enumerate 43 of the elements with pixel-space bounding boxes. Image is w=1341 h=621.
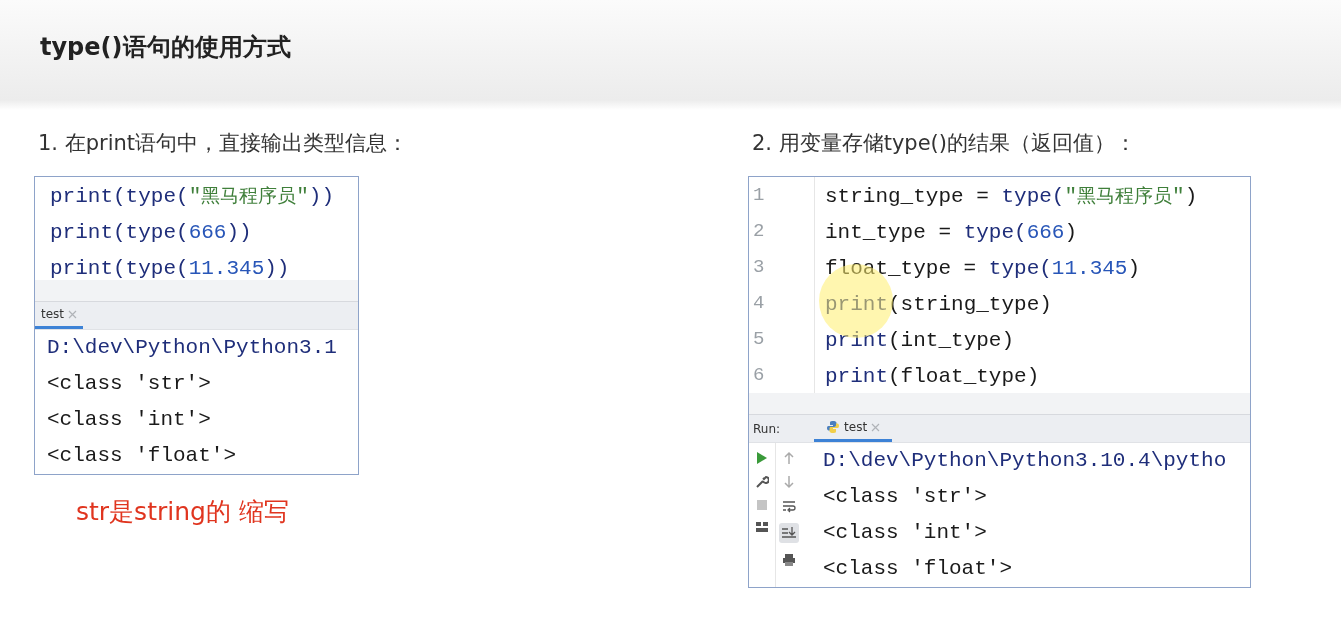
code-line: print(type(666)) — [50, 220, 253, 246]
console-line: <class 'int'> — [823, 520, 988, 546]
layout-icon[interactable] — [755, 521, 769, 533]
console-line: D:\dev\Python\Python3.10.4\pytho — [823, 448, 1227, 474]
print-icon[interactable] — [781, 553, 796, 567]
wrench-icon[interactable] — [755, 475, 769, 489]
run-tab[interactable]: test — [814, 415, 893, 442]
section-heading: 2. 用变量存储type()的结果（返回值）： — [752, 130, 1137, 158]
code-line: int_type = type(666) — [825, 220, 1079, 246]
console-line: <class 'float'> — [823, 556, 1014, 582]
line-number: 2 — [753, 219, 766, 244]
tab-label: test — [844, 419, 868, 436]
console-line: D:\dev\Python\Python3.1 — [47, 335, 337, 361]
run-tab[interactable]: test — [35, 302, 84, 329]
scroll-end-icon[interactable] — [778, 523, 799, 543]
tab-label: test — [41, 306, 65, 323]
up-arrow-icon[interactable] — [782, 451, 795, 465]
code-line: float_type = type(11.345) — [825, 256, 1142, 282]
close-icon[interactable] — [68, 309, 78, 319]
line-number: 5 — [753, 327, 766, 352]
section-heading: 1. 在print语句中，直接输出类型信息： — [38, 130, 410, 158]
wrap-icon[interactable] — [781, 499, 796, 513]
line-number: 4 — [753, 291, 766, 316]
code-line: print(string_type) — [825, 292, 1053, 318]
console-line: <class 'float'> — [47, 443, 238, 469]
console-line: <class 'int'> — [47, 407, 212, 433]
console-line: <class 'str'> — [47, 371, 212, 397]
console-line: <class 'str'> — [823, 484, 988, 510]
code-line: print(type("黑马程序员")) — [50, 183, 335, 210]
line-number: 3 — [753, 255, 766, 280]
line-number: 6 — [753, 363, 766, 388]
python-icon — [826, 420, 841, 434]
run-icon[interactable] — [756, 451, 768, 465]
code-line: string_type = type("黑马程序员") — [825, 183, 1198, 210]
code-line: print(type(11.345)) — [50, 256, 291, 282]
down-arrow-icon[interactable] — [782, 475, 795, 489]
run-label: Run: — [752, 420, 782, 438]
line-number: 1 — [753, 183, 766, 208]
slide-title: type()语句的使用方式 — [39, 32, 292, 63]
annotation-text: str是string的 缩写 — [76, 496, 290, 528]
code-line: print(float_type) — [825, 364, 1041, 390]
code-line: print(int_type) — [825, 328, 1016, 354]
close-icon[interactable] — [871, 422, 881, 432]
